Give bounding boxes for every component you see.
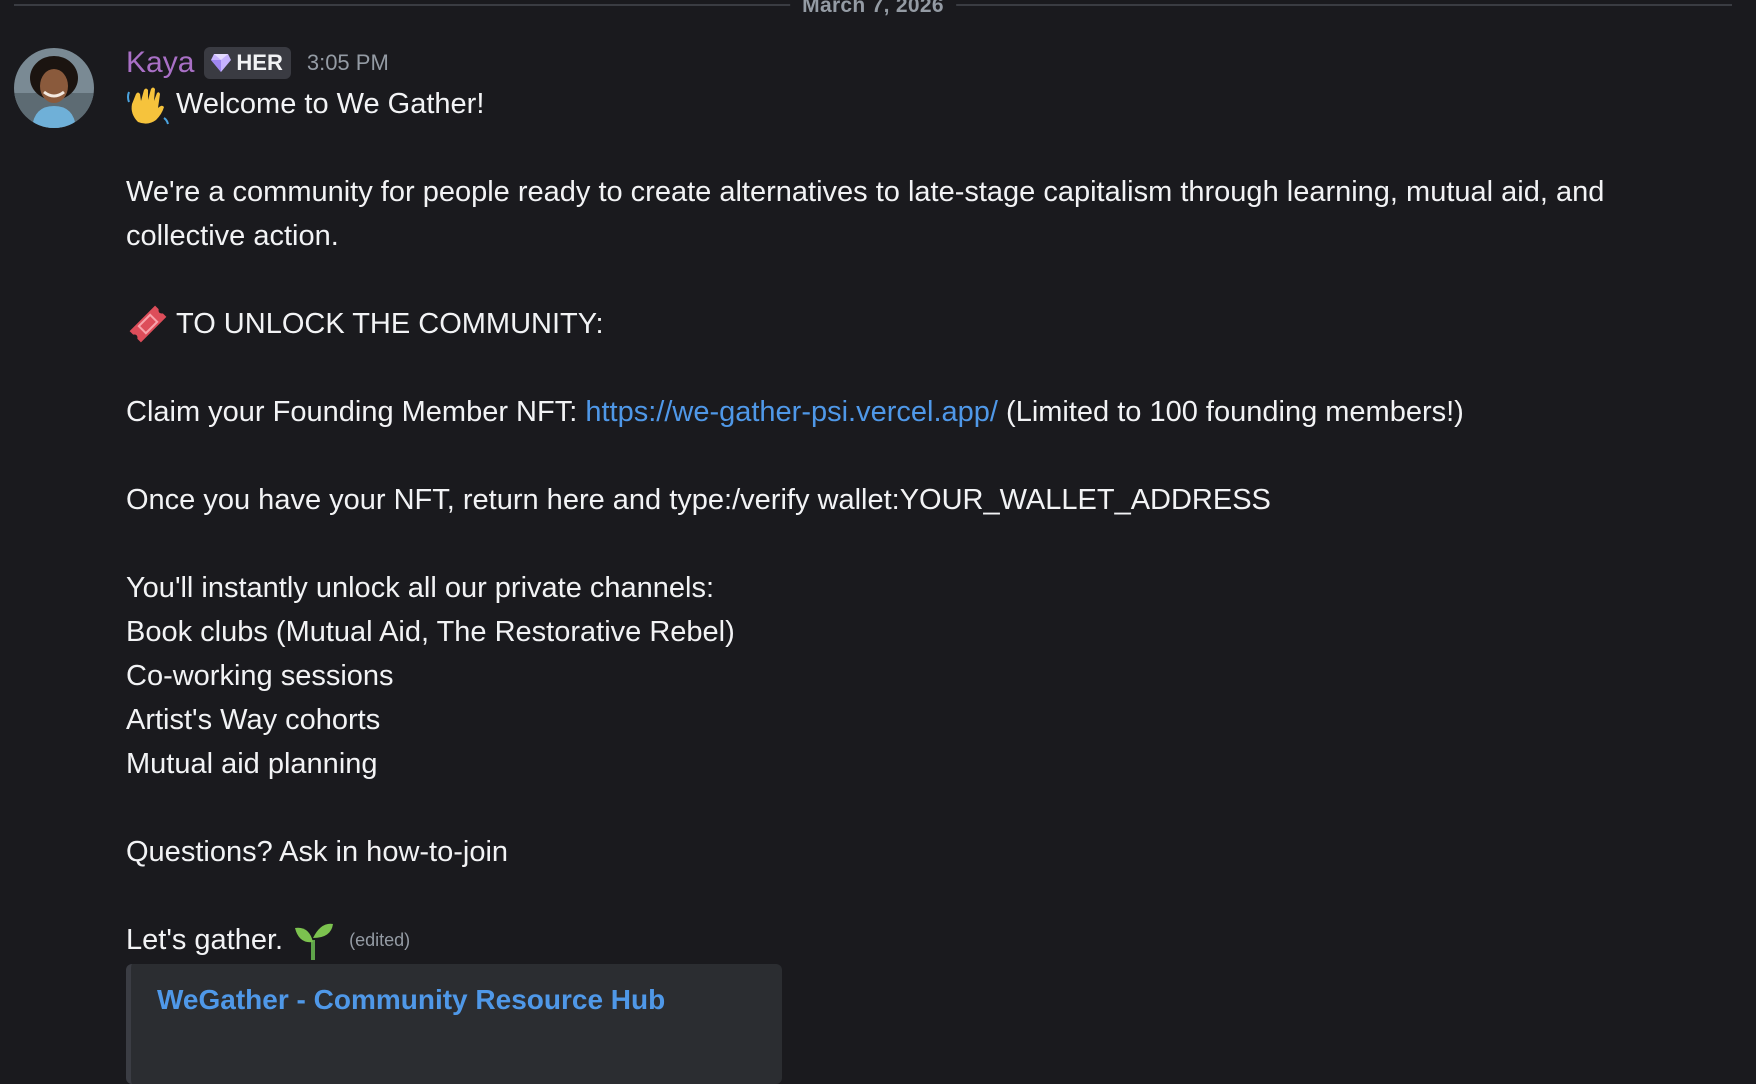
verify-instruction: Once you have your NFT, return here and … xyxy=(126,484,1271,516)
closing-text: Let's gather. xyxy=(126,924,284,956)
author-name[interactable]: Kaya xyxy=(126,46,194,80)
intro-text: We're a community for people ready to cr… xyxy=(126,176,1605,252)
gem-icon xyxy=(211,54,232,72)
timestamp[interactable]: 3:05 PM xyxy=(307,50,389,76)
avatar[interactable] xyxy=(14,48,94,128)
channel-item: Book clubs (Mutual Aid, The Restorative … xyxy=(126,616,735,648)
claim-line: Claim your Founding Member NFT: https://… xyxy=(126,390,1716,434)
welcome-line: Welcome to We Gather! xyxy=(126,82,1716,126)
claim-suffix: (Limited to 100 founding members!) xyxy=(997,396,1464,428)
welcome-text: Welcome to We Gather! xyxy=(176,88,485,120)
claim-prefix: Claim your Founding Member NFT: xyxy=(126,396,586,428)
message-body: Welcome to We Gather! We're a community … xyxy=(126,82,1716,962)
role-tag[interactable]: HER xyxy=(204,47,291,79)
seedling-emoji xyxy=(295,923,334,960)
closing-line: Let's gather. (edited) xyxy=(126,918,1716,962)
message-content: Kaya HER 3:05 PM Welcome to We Gather! W… xyxy=(126,44,1716,1084)
date-divider-label: March 7, 2026 xyxy=(790,0,956,18)
nft-claim-link[interactable]: https://we-gather-psi.vercel.app/ xyxy=(585,396,998,428)
ticket-emoji xyxy=(129,305,167,343)
channel-item: Artist's Way cohorts xyxy=(126,704,381,736)
unlock-heading: TO UNLOCK THE COMMUNITY: xyxy=(176,308,604,340)
message-header: Kaya HER 3:05 PM xyxy=(126,44,1716,82)
channel-item: Mutual aid planning xyxy=(126,748,378,780)
role-tag-label: HER xyxy=(236,50,283,75)
edited-label: (edited) xyxy=(349,930,411,950)
date-divider: March 7, 2026 xyxy=(14,0,1732,18)
link-embed: WeGather - Community Resource Hub xyxy=(126,964,782,1084)
questions-text: Questions? Ask in how-to-join xyxy=(126,836,509,868)
unlock-heading-line: TO UNLOCK THE COMMUNITY: xyxy=(126,302,1716,346)
embed-title-link[interactable]: WeGather - Community Resource Hub xyxy=(157,984,665,1015)
waving-hand-emoji xyxy=(127,87,169,125)
channel-item: Co-working sessions xyxy=(126,660,394,692)
channels-intro: You'll instantly unlock all our private … xyxy=(126,572,715,604)
